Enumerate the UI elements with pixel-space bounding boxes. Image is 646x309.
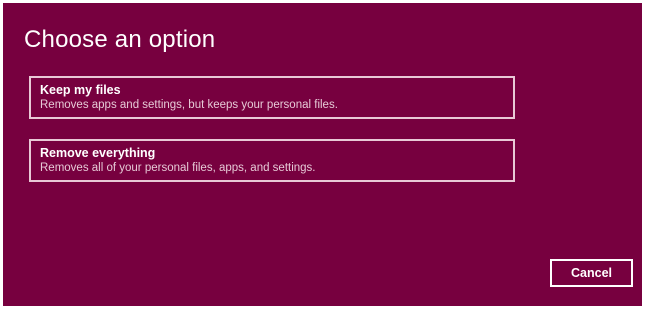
option-description: Removes all of your personal files, apps…	[40, 162, 316, 174]
option-title: Keep my files	[40, 83, 121, 97]
dialog-title: Choose an option	[24, 26, 216, 53]
cancel-button[interactable]: Cancel	[550, 259, 633, 287]
reset-dialog: Choose an option Keep my files Removes a…	[3, 3, 642, 306]
remove-everything-option[interactable]: Remove everything Removes all of your pe…	[29, 139, 515, 182]
option-description: Removes apps and settings, but keeps you…	[40, 99, 338, 111]
option-title: Remove everything	[40, 146, 156, 160]
keep-my-files-option[interactable]: Keep my files Removes apps and settings,…	[29, 76, 515, 119]
